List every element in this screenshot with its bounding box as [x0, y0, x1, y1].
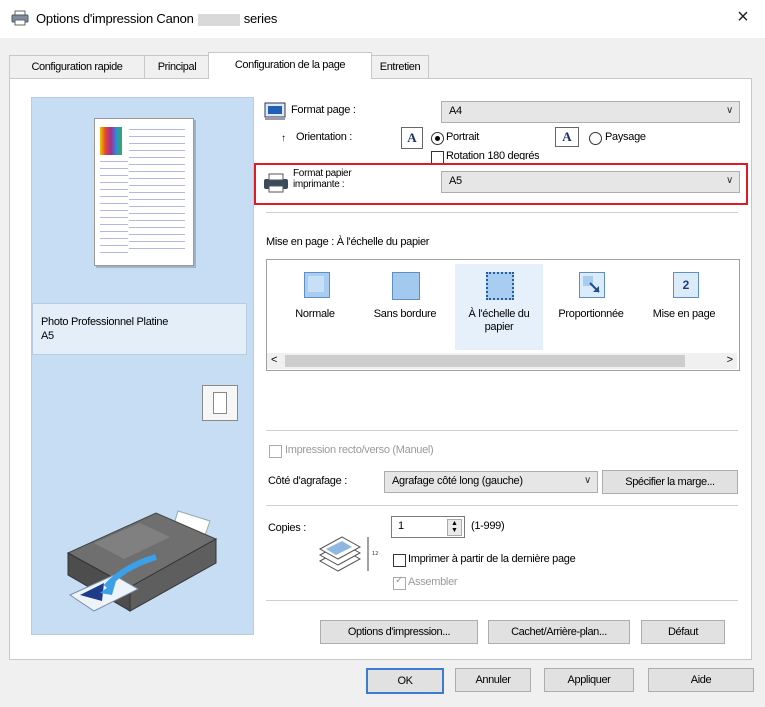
- preview-pane: Photo Professionnel Platine A5: [31, 97, 254, 635]
- specify-margin-button[interactable]: Spécifier la marge...: [602, 470, 738, 494]
- stepper-arrows-icon[interactable]: ▲ ▼: [447, 519, 462, 536]
- layout-option-page-layout[interactable]: 2 Mise en page: [639, 264, 729, 350]
- layout-borderless-icon: [392, 272, 420, 300]
- ok-button[interactable]: OK: [366, 668, 444, 694]
- copies-label: Copies :: [268, 522, 306, 534]
- media-info-box: Photo Professionnel Platine A5: [32, 303, 247, 355]
- layout-scaled-icon: [579, 272, 605, 298]
- collate-checkbox[interactable]: ✓: [393, 575, 406, 590]
- page-size-label: Format page :: [291, 104, 356, 116]
- collate-label: Assembler: [408, 576, 458, 588]
- media-type-text: Photo Professionnel Platine: [41, 316, 169, 328]
- page-size-select[interactable]: A4 ∨: [441, 101, 740, 123]
- radio-dot: [435, 136, 440, 141]
- layout-option-normal[interactable]: Normale: [271, 264, 359, 350]
- layout-option-label: À l'échelle du papier: [468, 308, 530, 333]
- landscape-label: Paysage: [605, 131, 646, 143]
- landscape-orientation-icon: A: [555, 127, 579, 147]
- tab-quick-setup[interactable]: Configuration rapide: [9, 55, 145, 78]
- reverse-order-checkbox[interactable]: [393, 554, 406, 567]
- tab-page-setup[interactable]: Configuration de la page: [208, 52, 372, 79]
- defaults-button[interactable]: Défaut: [641, 620, 725, 644]
- printer-paper-value: A5: [449, 175, 462, 187]
- rotate-180-label: Rotation 180 degrés: [446, 150, 540, 160]
- preview-image-block: [100, 127, 122, 155]
- orientation-label: Orientation :: [296, 131, 353, 143]
- print-options-button[interactable]: Options d'impression...: [320, 620, 478, 644]
- printer-paper-label-line1: Format papier: [293, 168, 352, 179]
- stamp-background-button[interactable]: Cachet/Arrière-plan...: [488, 620, 630, 644]
- redacted-model: [197, 13, 240, 26]
- media-size-text: A5: [41, 330, 54, 342]
- landscape-radio[interactable]: [589, 132, 602, 145]
- portrait-radio[interactable]: [431, 132, 444, 145]
- svg-text:123: 123: [372, 551, 378, 557]
- bullet-arrow-icon: ↑: [281, 133, 286, 144]
- tab-main[interactable]: Principal: [144, 55, 210, 78]
- scrollbar-thumb[interactable]: [285, 355, 685, 367]
- layout-option-label: Proportionnée: [558, 308, 624, 320]
- portrait-page-icon: [213, 392, 227, 414]
- layout-scrollbar[interactable]: < >: [267, 353, 737, 369]
- layout-option-fit-to-page[interactable]: À l'échelle du papier: [455, 264, 543, 350]
- apply-button[interactable]: Appliquer: [544, 668, 634, 692]
- tab-maintenance[interactable]: Entretien: [371, 55, 429, 78]
- page-setup-panel: Photo Professionnel Platine A5 Format pa…: [9, 78, 752, 660]
- copies-range: (1-999): [471, 520, 505, 532]
- preview-text-lines-left: [100, 161, 128, 255]
- layout-normal-icon: [304, 272, 330, 298]
- portrait-orientation-icon: A: [401, 127, 423, 149]
- layout-option-borderless[interactable]: Sans bordure: [361, 264, 449, 350]
- copies-value: 1: [398, 520, 405, 532]
- duplex-checkbox[interactable]: [269, 445, 282, 458]
- separator: [266, 212, 738, 213]
- layout-normal-inner: [308, 276, 324, 292]
- print-options-dialog: Options d'impression Canon series × Confi…: [0, 0, 765, 707]
- layout-fit-icon: [486, 272, 514, 300]
- layout-title: Mise en page : À l'échelle du papier: [266, 236, 430, 248]
- page-size-value: A4: [449, 105, 462, 117]
- orientation-preview-box: [202, 385, 238, 421]
- separator: [266, 430, 738, 431]
- printer-paper-select[interactable]: A5 ∨: [441, 171, 740, 193]
- printer-paper-label-line2: imprimante :: [293, 179, 345, 190]
- window-title: Options d'impression Canon series: [36, 11, 278, 26]
- layout-option-label: Normale: [295, 308, 335, 320]
- chevron-down-icon: ∨: [725, 175, 733, 186]
- layout-option-label: Sans bordure: [373, 308, 437, 320]
- layout-option-scaled[interactable]: Proportionnée: [547, 264, 635, 350]
- chevron-down-icon: ∨: [725, 105, 733, 116]
- layout-option-label: Mise en page: [652, 308, 716, 320]
- close-button[interactable]: ×: [733, 7, 753, 27]
- scroll-left-icon[interactable]: <: [271, 354, 277, 366]
- close-icon: ×: [737, 6, 749, 28]
- portrait-label: Portrait: [446, 131, 480, 143]
- page-preview: [94, 118, 194, 266]
- separator: [266, 505, 738, 506]
- cancel-button[interactable]: Annuler: [455, 668, 531, 692]
- layout-gallery: Normale Sans bordure À l'échelle du papi…: [266, 259, 740, 371]
- layout-page-layout-icon: 2: [673, 272, 699, 298]
- copies-stepper[interactable]: 1 ▲ ▼: [391, 516, 465, 538]
- title-bar: Options d'impression Canon series ×: [0, 0, 765, 38]
- page-size-icon: [264, 102, 286, 123]
- stapling-value: Agrafage côté long (gauche): [392, 475, 523, 487]
- chevron-down-icon: ∨: [583, 475, 591, 486]
- printer-illustration: [60, 483, 230, 636]
- duplex-label: Impression recto/verso (Manuel): [285, 444, 434, 456]
- help-button[interactable]: Aide: [648, 668, 754, 692]
- preview-text-lines: [129, 129, 185, 255]
- separator: [266, 600, 738, 601]
- printer-icon: [11, 10, 29, 29]
- stapling-label: Côté d'agrafage :: [268, 475, 347, 487]
- reverse-order-label: Imprimer à partir de la dernière page: [408, 553, 576, 565]
- checkmark-icon: ✓: [395, 575, 404, 586]
- printer-paper-icon: [263, 173, 289, 196]
- scroll-right-icon[interactable]: >: [727, 354, 733, 366]
- stapling-select[interactable]: Agrafage côté long (gauche) ∨: [384, 471, 598, 493]
- copies-stack-icon: 123: [316, 531, 382, 584]
